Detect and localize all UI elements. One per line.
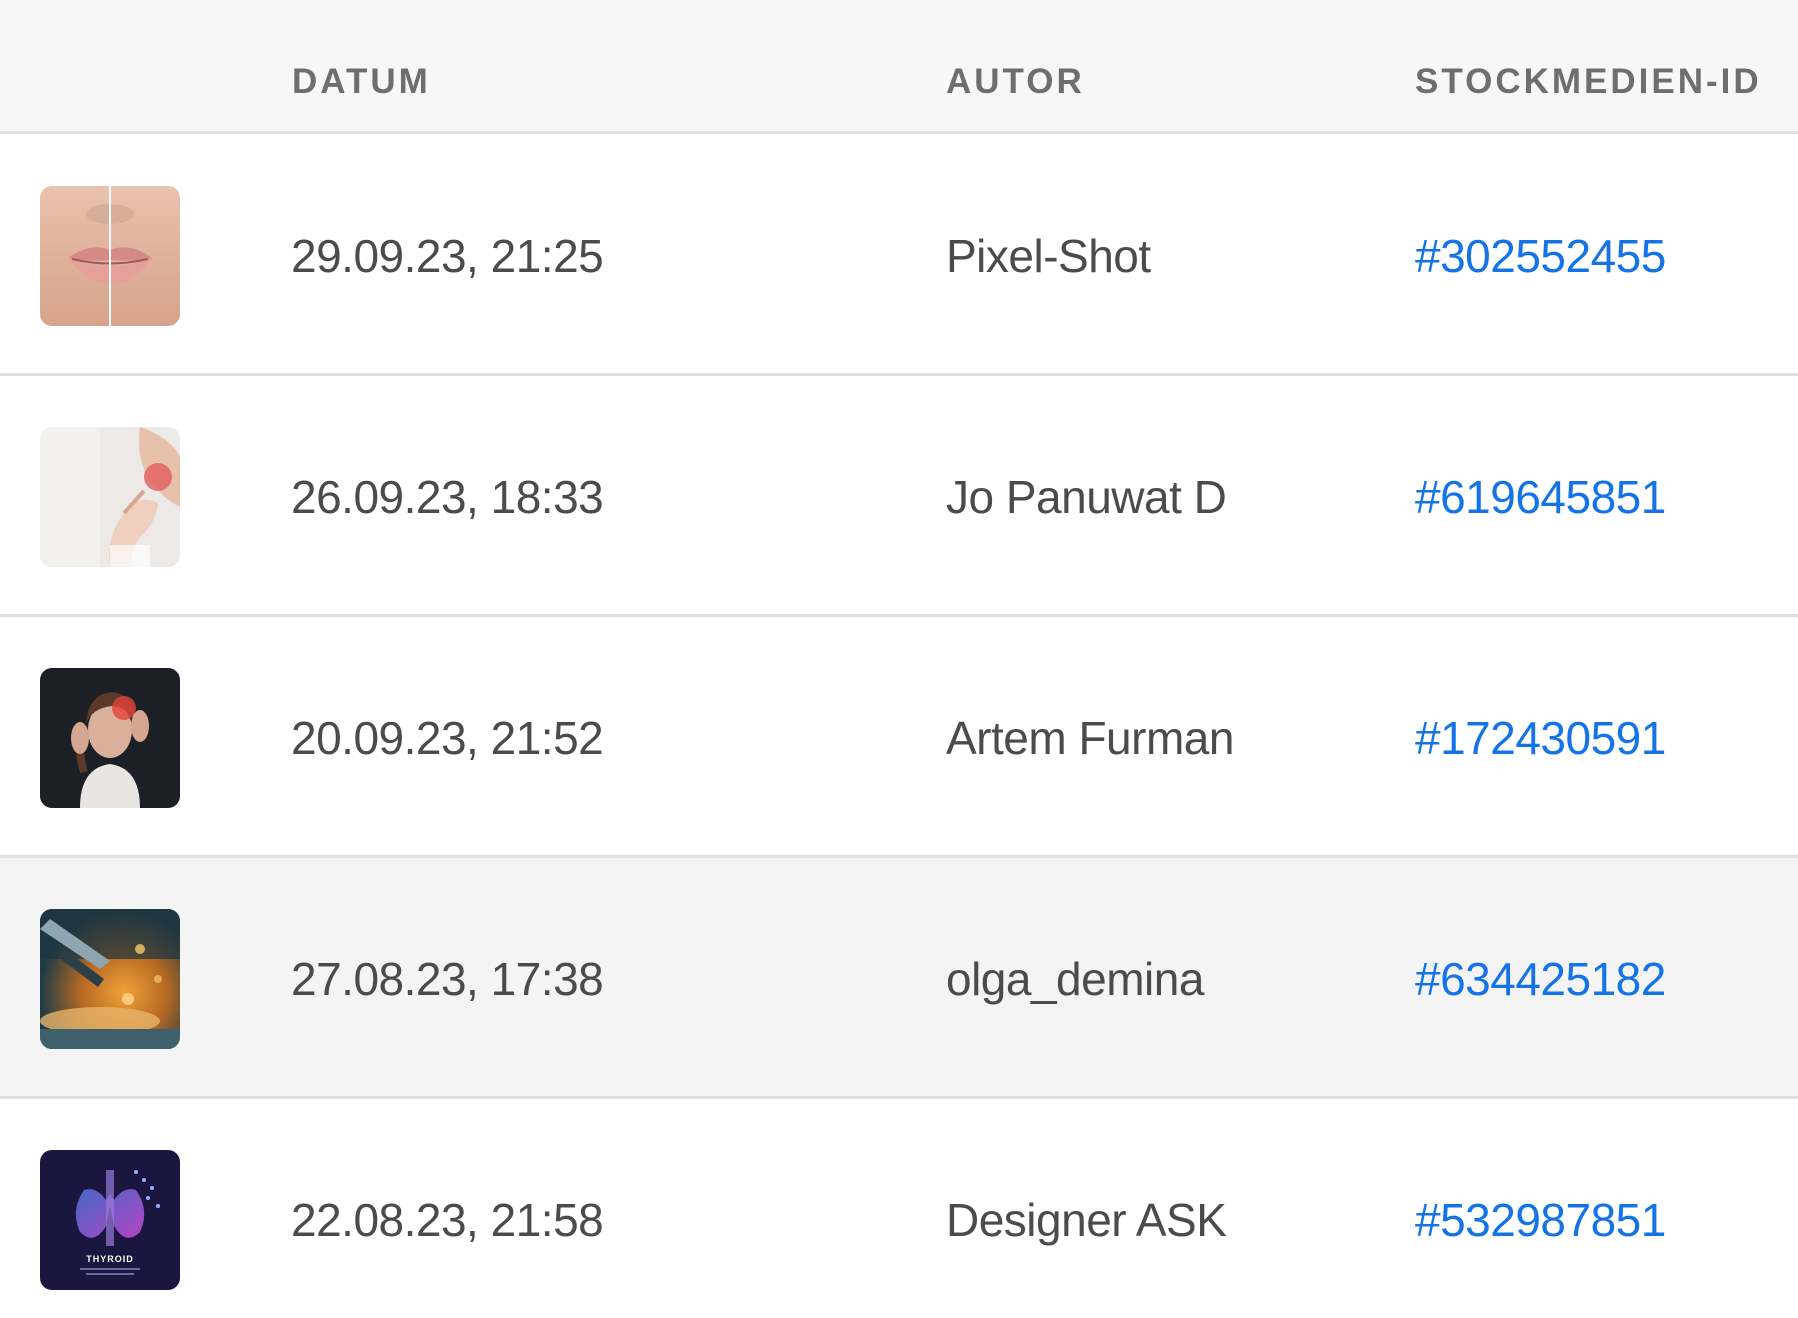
author-cell: Artem Furman [946,712,1234,764]
date-cell: 27.08.23, 17:38 [291,953,604,1005]
column-header-date[interactable]: DATUM [292,62,431,102]
stock-id-link[interactable]: #619645851 [1415,470,1666,524]
date-cell: 26.09.23, 18:33 [291,471,604,523]
author-cell: Jo Panuwat D [946,471,1227,523]
stock-media-table: DATUM AUTOR STOCKMEDIEN-ID 29.09.23, 21:… [0,0,1798,1318]
stock-id-link[interactable]: #302552455 [1415,229,1666,283]
author-cell: Pixel-Shot [946,230,1151,282]
date-cell: 20.09.23, 21:52 [291,712,604,764]
table-row[interactable]: 29.09.23, 21:25 Pixel-Shot #302552455 [0,135,1798,376]
author-cell: Designer ASK [946,1194,1227,1246]
table-row[interactable]: THYROID 22.08.23, 21:58 Designer ASK #53… [0,1099,1798,1318]
table-row[interactable]: 27.08.23, 17:38 olga_demina #634425182 [0,858,1798,1099]
thyroid-thumbnail-label: THYROID [86,1254,134,1264]
lips-photo-thumbnail[interactable] [40,186,180,326]
microscope-photo-thumbnail[interactable] [40,909,180,1049]
author-cell: olga_demina [946,953,1204,1005]
table-row[interactable]: 26.09.23, 18:33 Jo Panuwat D #619645851 [0,376,1798,617]
table-row[interactable]: 20.09.23, 21:52 Artem Furman #172430591 [0,617,1798,858]
stock-id-link[interactable]: #172430591 [1415,711,1666,765]
column-header-author[interactable]: AUTOR [946,62,1085,102]
stock-id-link[interactable]: #532987851 [1415,1193,1666,1247]
column-header-stock-id[interactable]: STOCKMEDIEN-ID [1415,62,1762,102]
headache-photo-thumbnail[interactable] [40,668,180,808]
table-header: DATUM AUTOR STOCKMEDIEN-ID [0,0,1798,134]
thyroid-illustration-thumbnail[interactable]: THYROID [40,1150,180,1290]
sore-throat-photo-thumbnail[interactable] [40,427,180,567]
date-cell: 29.09.23, 21:25 [291,230,604,282]
stock-id-link[interactable]: #634425182 [1415,952,1666,1006]
date-cell: 22.08.23, 21:58 [291,1194,604,1246]
